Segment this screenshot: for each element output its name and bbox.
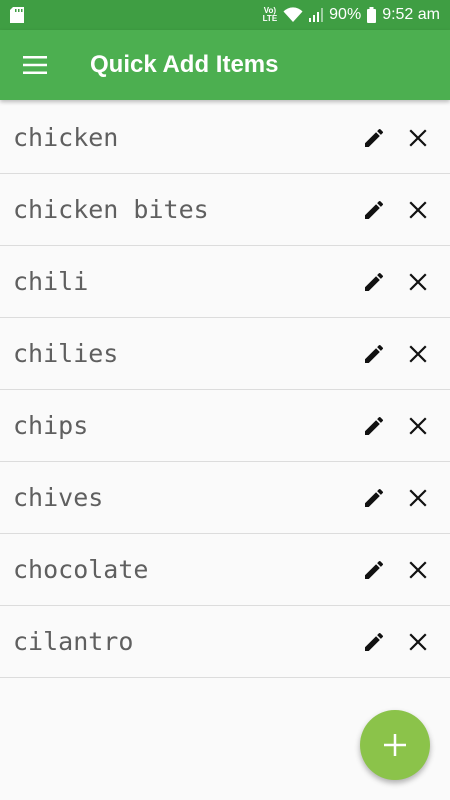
list-item[interactable]: cilantro <box>0 606 450 678</box>
close-icon <box>409 632 427 651</box>
status-right: Vo) LTE 90% 9:52 am <box>263 6 440 24</box>
edit-button[interactable] <box>352 332 396 376</box>
delete-button[interactable] <box>396 188 440 232</box>
close-icon <box>409 128 427 147</box>
hamburger-menu-icon <box>23 56 47 74</box>
quick-add-item-list: chicken chicken bites chili chilies chip… <box>0 102 450 678</box>
close-icon <box>409 272 427 291</box>
battery-percent: 90% <box>329 6 362 23</box>
list-item[interactable]: chips <box>0 390 450 462</box>
add-item-button[interactable] <box>360 710 430 780</box>
delete-button[interactable] <box>396 476 440 520</box>
sd-card-icon <box>10 7 24 23</box>
list-item[interactable]: chocolate <box>0 534 450 606</box>
close-icon <box>409 416 427 435</box>
item-actions <box>352 116 440 160</box>
list-item[interactable]: chili <box>0 246 450 318</box>
status-left <box>10 7 263 23</box>
delete-button[interactable] <box>396 620 440 664</box>
close-icon <box>409 488 427 507</box>
edit-button[interactable] <box>352 116 396 160</box>
pencil-icon <box>365 272 384 291</box>
item-label: chicken bites <box>13 195 209 224</box>
volte-icon: Vo) LTE <box>262 6 278 23</box>
edit-button[interactable] <box>352 548 396 592</box>
edit-button[interactable] <box>352 404 396 448</box>
menu-button[interactable] <box>0 30 70 100</box>
delete-button[interactable] <box>396 260 440 304</box>
delete-button[interactable] <box>396 548 440 592</box>
pencil-icon <box>365 416 384 435</box>
item-actions <box>352 188 440 232</box>
close-icon <box>409 344 427 363</box>
pencil-icon <box>365 200 384 219</box>
item-actions <box>352 620 440 664</box>
delete-button[interactable] <box>396 116 440 160</box>
pencil-icon <box>365 632 384 651</box>
item-label: chips <box>13 411 89 440</box>
page-title: Quick Add Items <box>90 51 279 78</box>
pencil-icon <box>365 128 384 147</box>
list-item[interactable]: chicken bites <box>0 174 450 246</box>
item-label: chilies <box>13 339 119 368</box>
list-item[interactable]: chilies <box>0 318 450 390</box>
list-item[interactable]: chicken <box>0 102 450 174</box>
app-bar: Quick Add Items <box>0 30 450 100</box>
item-label: chili <box>13 267 89 296</box>
item-actions <box>352 260 440 304</box>
plus-icon <box>384 734 406 756</box>
pencil-icon <box>365 344 384 363</box>
item-actions <box>352 476 440 520</box>
pencil-icon <box>365 560 384 579</box>
item-actions <box>352 548 440 592</box>
battery-icon <box>367 7 377 23</box>
item-label: chocolate <box>13 555 149 584</box>
item-label: chicken <box>13 123 119 152</box>
signal-icon <box>309 8 324 22</box>
item-actions <box>352 332 440 376</box>
close-icon <box>409 560 427 579</box>
edit-button[interactable] <box>352 188 396 232</box>
wifi-icon <box>283 7 303 23</box>
list-item[interactable]: chives <box>0 462 450 534</box>
item-actions <box>352 404 440 448</box>
pencil-icon <box>365 488 384 507</box>
edit-button[interactable] <box>352 476 396 520</box>
item-label: cilantro <box>13 627 134 656</box>
status-time: 9:52 am <box>382 6 440 23</box>
edit-button[interactable] <box>352 260 396 304</box>
edit-button[interactable] <box>352 620 396 664</box>
item-label: chives <box>13 483 104 512</box>
close-icon <box>409 200 427 219</box>
status-bar: Vo) LTE 90% 9:52 am <box>0 0 450 30</box>
delete-button[interactable] <box>396 404 440 448</box>
delete-button[interactable] <box>396 332 440 376</box>
